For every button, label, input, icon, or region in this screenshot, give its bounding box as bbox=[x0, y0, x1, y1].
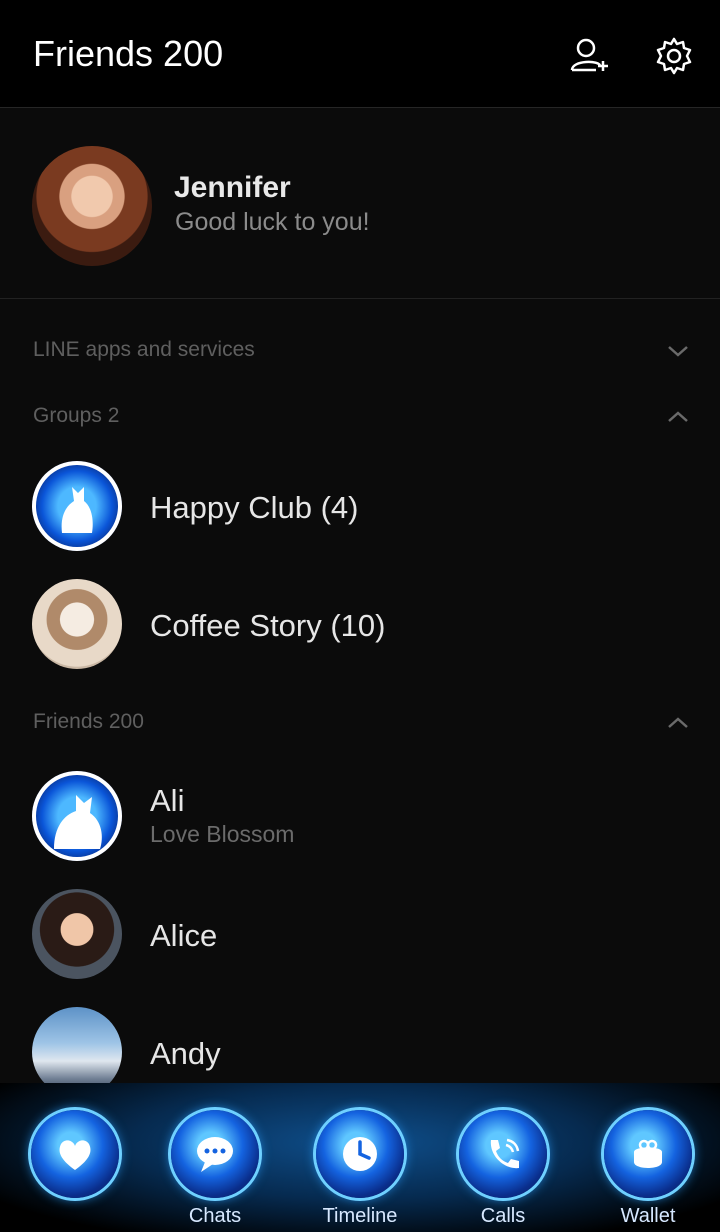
bottom-tab-bar: Chats Timeline Calls Wallet bbox=[0, 1083, 720, 1232]
friend-avatar bbox=[32, 889, 122, 979]
chat-bubble-icon bbox=[197, 1137, 233, 1172]
section-header-line-apps[interactable]: LINE apps and services bbox=[33, 338, 255, 362]
profile-name: Jennifer bbox=[174, 171, 291, 204]
tab-label: Timeline bbox=[322, 1205, 398, 1227]
phone-icon bbox=[490, 1138, 520, 1169]
section-header-friends[interactable]: Friends 200 bbox=[33, 710, 144, 734]
cat-silhouette-icon bbox=[54, 795, 102, 849]
friend-status: Love Blossom bbox=[150, 821, 295, 847]
tab-label: Calls bbox=[480, 1205, 526, 1227]
tab-friends[interactable] bbox=[10, 1083, 140, 1232]
tab-label: Wallet bbox=[620, 1205, 676, 1227]
chevron-down-icon[interactable] bbox=[666, 344, 690, 358]
avatar bbox=[32, 146, 152, 266]
group-avatar bbox=[32, 461, 122, 551]
tab-label: Chats bbox=[188, 1205, 242, 1227]
friend-name: Ali bbox=[150, 783, 185, 818]
group-name: Coffee Story (10) bbox=[150, 608, 386, 643]
section-header-groups[interactable]: Groups 2 bbox=[33, 404, 119, 428]
heart-icon bbox=[59, 1140, 91, 1170]
cat-silhouette-icon bbox=[61, 487, 93, 533]
tab-chats[interactable]: Chats bbox=[150, 1083, 280, 1232]
group-item[interactable]: Happy Club (4) bbox=[0, 453, 720, 563]
friend-name: Andy bbox=[150, 1036, 221, 1071]
friend-avatar bbox=[32, 771, 122, 861]
group-item[interactable]: Coffee Story (10) bbox=[0, 571, 720, 681]
chevron-up-icon[interactable] bbox=[666, 716, 690, 730]
friend-item[interactable]: Ali Love Blossom bbox=[0, 763, 720, 873]
my-profile[interactable]: Jennifer Good luck to you! bbox=[0, 108, 720, 299]
top-bar: Friends 200 bbox=[0, 0, 720, 108]
profile-status: Good luck to you! bbox=[175, 208, 370, 236]
group-avatar bbox=[32, 579, 122, 669]
tab-timeline[interactable]: Timeline bbox=[295, 1083, 425, 1232]
chevron-up-icon[interactable] bbox=[666, 410, 690, 424]
add-friend-icon[interactable] bbox=[568, 36, 608, 76]
clock-icon bbox=[343, 1137, 377, 1171]
friend-item[interactable]: Alice bbox=[0, 881, 720, 991]
page-title: Friends 200 bbox=[33, 33, 224, 74]
group-name: Happy Club (4) bbox=[150, 490, 359, 525]
gear-icon[interactable] bbox=[654, 36, 694, 76]
tab-calls[interactable]: Calls bbox=[438, 1083, 568, 1232]
friend-name: Alice bbox=[150, 918, 218, 953]
purse-icon bbox=[634, 1139, 662, 1168]
tab-wallet[interactable]: Wallet bbox=[583, 1083, 713, 1232]
